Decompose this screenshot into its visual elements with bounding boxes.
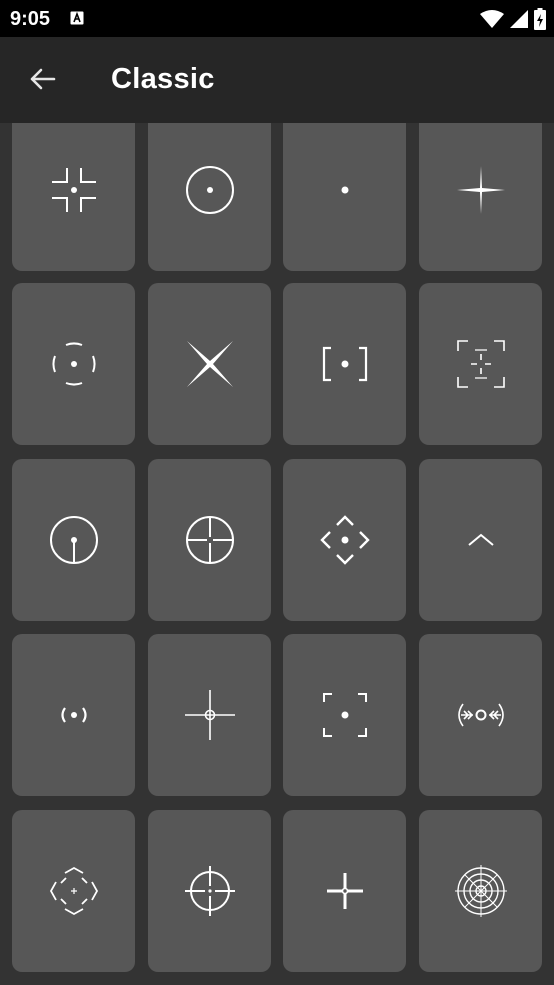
crosshair-tile[interactable] xyxy=(419,810,542,972)
thin-cross-icon xyxy=(451,160,511,220)
crosshair-tile[interactable] xyxy=(419,283,542,445)
crosshair-tile[interactable] xyxy=(148,459,271,621)
crosshair-tile[interactable] xyxy=(12,459,135,621)
crosshair-tile[interactable] xyxy=(283,283,406,445)
crosshair-tile[interactable] xyxy=(12,123,135,271)
arrow-ring-icon xyxy=(451,685,511,745)
crosshair-tile[interactable] xyxy=(283,634,406,796)
app-bar: Classic xyxy=(0,37,554,123)
crosshair-tile[interactable] xyxy=(283,459,406,621)
x-cross-icon xyxy=(180,334,240,394)
circle-dot-stem-icon xyxy=(44,510,104,570)
crosshair-tile[interactable] xyxy=(283,810,406,972)
circle-cross-target-icon xyxy=(180,861,240,921)
parentheses-dot-icon xyxy=(44,685,104,745)
back-button[interactable] xyxy=(20,59,64,103)
crosshair-tile[interactable] xyxy=(148,634,271,796)
broken-circle-dot-icon xyxy=(44,334,104,394)
crosshair-tile[interactable] xyxy=(12,283,135,445)
cell-signal-icon xyxy=(510,10,528,33)
crosshair-tile[interactable] xyxy=(419,634,542,796)
crosshair-tile[interactable] xyxy=(419,123,542,271)
a-notification-icon xyxy=(70,11,84,30)
arrow-back-icon xyxy=(28,67,56,96)
status-icons xyxy=(480,8,546,35)
diamond-chevrons-dot-icon xyxy=(315,510,375,570)
crosshair-tile[interactable] xyxy=(148,810,271,972)
crosshair-tile[interactable] xyxy=(148,123,271,271)
crosshair-tile[interactable] xyxy=(12,634,135,796)
crosshair-tile[interactable] xyxy=(148,283,271,445)
page-title: Classic xyxy=(111,63,215,95)
battery-charging-icon xyxy=(534,8,546,35)
wifi-icon xyxy=(480,9,504,34)
bold-cross-ring-icon xyxy=(315,861,375,921)
bracket-cross-icon xyxy=(451,334,511,394)
status-bar: 9:05 xyxy=(0,0,554,37)
circle-cross-icon xyxy=(180,510,240,570)
crosshair-grid xyxy=(0,123,554,985)
dot-icon xyxy=(315,160,375,220)
crosshair-tile[interactable] xyxy=(283,123,406,271)
status-time: 9:05 xyxy=(10,8,51,30)
circle-dot-icon xyxy=(180,160,240,220)
crosshair-tile[interactable] xyxy=(419,459,542,621)
chevron-up-icon xyxy=(451,510,511,570)
cross-small-circle-icon xyxy=(180,685,240,745)
concentric-reticle-icon xyxy=(451,861,511,921)
square-brackets-dot-icon xyxy=(315,334,375,394)
corner-brackets-dot-icon xyxy=(44,160,104,220)
crosshair-tile[interactable] xyxy=(12,810,135,972)
broken-diamond-cross-icon xyxy=(44,861,104,921)
corner-brackets-square-dot-icon xyxy=(315,685,375,745)
